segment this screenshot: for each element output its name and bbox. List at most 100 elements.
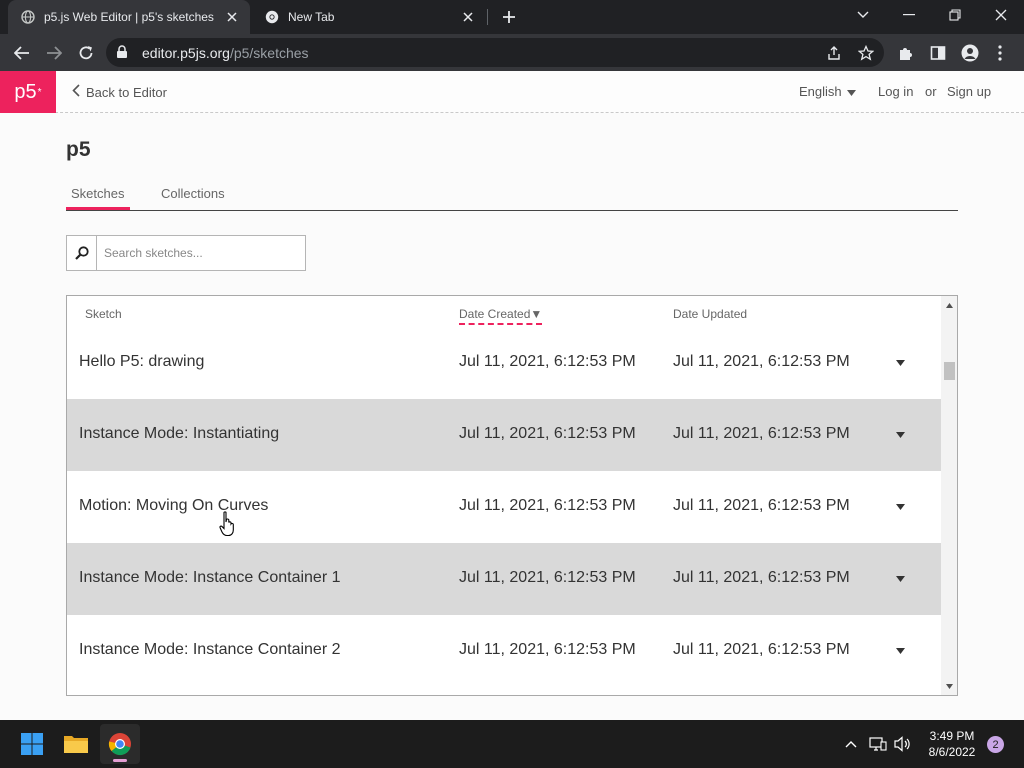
browser-toolbar: editor.p5js.org/p5/sketches bbox=[0, 34, 1024, 71]
table-scrollbar[interactable] bbox=[941, 296, 957, 695]
p5-nav-header: p5 * Back to Editor English Log in or Sig… bbox=[0, 71, 1024, 113]
search-box bbox=[66, 235, 306, 271]
url-text: editor.p5js.org/p5/sketches bbox=[142, 45, 309, 61]
table-row: Motion: Moving On Curves Jul 11, 2021, 6… bbox=[67, 471, 941, 543]
date-created-cell: Jul 11, 2021, 6:12:53 PM bbox=[459, 497, 636, 514]
sketch-name-link[interactable]: Hello P5: drawing bbox=[79, 353, 204, 371]
tab-collections[interactable]: Collections bbox=[161, 186, 225, 201]
row-options-caret-icon[interactable] bbox=[893, 644, 907, 658]
row-options-caret-icon[interactable] bbox=[893, 356, 907, 370]
date-created-label: Date Created bbox=[459, 307, 531, 321]
close-tab-icon[interactable] bbox=[222, 7, 242, 27]
tab-sketches[interactable]: Sketches bbox=[71, 186, 124, 201]
search-input[interactable] bbox=[98, 236, 304, 270]
minimize-icon[interactable] bbox=[886, 0, 932, 30]
row-options-caret-icon[interactable] bbox=[893, 500, 907, 514]
chrome-icon bbox=[264, 9, 280, 25]
clock-time: 3:49 PM bbox=[929, 729, 975, 743]
side-panel-icon[interactable] bbox=[925, 40, 951, 66]
windows-taskbar: 3:49 PM 8/6/2022 2 bbox=[0, 720, 1024, 768]
windows-start-icon[interactable] bbox=[12, 724, 52, 764]
volume-icon[interactable] bbox=[893, 734, 913, 754]
browser-tab-strip: p5.js Web Editor | p5's sketches New Tab bbox=[0, 0, 1024, 34]
date-updated-cell: Jul 11, 2021, 6:12:53 PM bbox=[673, 641, 850, 658]
date-updated-cell: Jul 11, 2021, 6:12:53 PM bbox=[673, 425, 850, 442]
column-header-date-created[interactable]: Date Created▼ bbox=[459, 307, 543, 325]
close-tab-icon[interactable] bbox=[458, 7, 478, 27]
back-to-editor-link[interactable]: Back to Editor bbox=[72, 84, 167, 100]
taskbar-clock[interactable]: 3:49 PM 8/6/2022 bbox=[920, 728, 984, 760]
network-icon[interactable] bbox=[868, 734, 888, 754]
window-close-icon[interactable] bbox=[978, 0, 1024, 30]
bookmark-star-icon[interactable] bbox=[856, 43, 876, 63]
date-updated-cell: Jul 11, 2021, 6:12:53 PM bbox=[673, 353, 850, 370]
notification-badge[interactable]: 2 bbox=[987, 736, 1004, 753]
p5-logo-text: p5 bbox=[14, 80, 37, 103]
browser-tab-title: p5.js Web Editor | p5's sketches bbox=[44, 10, 214, 24]
selected-tab-underline bbox=[66, 207, 130, 210]
chevron-left-icon bbox=[72, 84, 80, 100]
tab-search-chevron-icon[interactable] bbox=[840, 0, 886, 30]
back-to-editor-label: Back to Editor bbox=[86, 84, 167, 100]
tab-separator bbox=[487, 9, 488, 25]
browser-tab-new-tab[interactable]: New Tab bbox=[252, 0, 486, 34]
date-created-cell: Jul 11, 2021, 6:12:53 PM bbox=[459, 641, 636, 658]
column-header-date-updated[interactable]: Date Updated bbox=[673, 307, 747, 321]
more-vertical-icon[interactable] bbox=[987, 40, 1013, 66]
new-tab-plus-icon[interactable] bbox=[498, 6, 520, 28]
table-row: Instance Mode: Instance Container 1 Jul … bbox=[67, 543, 941, 615]
signup-link[interactable]: Sign up bbox=[947, 84, 991, 99]
search-icon bbox=[67, 236, 97, 270]
page-title: p5 bbox=[66, 138, 91, 161]
sketch-collection-tabs: Sketches Collections bbox=[66, 182, 958, 211]
table-row: Instance Mode: Instantiating Jul 11, 202… bbox=[67, 399, 941, 471]
sketch-name-link[interactable]: Instance Mode: Instance Container 2 bbox=[79, 641, 341, 659]
url-host: editor.p5js.org bbox=[142, 45, 230, 61]
login-link[interactable]: Log in bbox=[878, 84, 913, 99]
active-app-indicator bbox=[113, 759, 127, 762]
sort-desc-icon: ▼ bbox=[530, 307, 543, 321]
scrollbar-thumb[interactable] bbox=[944, 362, 955, 380]
address-bar[interactable]: editor.p5js.org/p5/sketches bbox=[106, 38, 884, 67]
table-body: Hello P5: drawing Jul 11, 2021, 6:12:53 … bbox=[67, 327, 941, 687]
forward-arrow-icon[interactable] bbox=[41, 40, 67, 66]
scroll-down-arrow-icon[interactable] bbox=[941, 679, 957, 693]
chrome-taskbar-icon[interactable] bbox=[100, 724, 140, 764]
restore-icon[interactable] bbox=[932, 0, 978, 30]
p5-logo-mark: * bbox=[37, 86, 42, 98]
sketches-table: Sketch Date Created▼ Date Updated Hello … bbox=[66, 295, 958, 696]
chevron-up-icon[interactable] bbox=[841, 734, 861, 754]
or-text: or bbox=[925, 84, 937, 99]
date-updated-cell: Jul 11, 2021, 6:12:53 PM bbox=[673, 569, 850, 586]
language-dropdown[interactable]: English bbox=[799, 84, 856, 99]
date-created-cell: Jul 11, 2021, 6:12:53 PM bbox=[459, 425, 636, 442]
browser-tab-title: New Tab bbox=[288, 10, 335, 24]
lock-icon[interactable] bbox=[116, 45, 128, 64]
column-header-sketch[interactable]: Sketch bbox=[85, 307, 122, 321]
p5-logo[interactable]: p5 * bbox=[0, 71, 56, 113]
share-icon[interactable] bbox=[824, 43, 844, 63]
browser-tab-p5-sketches[interactable]: p5.js Web Editor | p5's sketches bbox=[8, 0, 250, 34]
reload-icon[interactable] bbox=[73, 40, 99, 66]
row-options-caret-icon[interactable] bbox=[893, 428, 907, 442]
date-created-cell: Jul 11, 2021, 6:12:53 PM bbox=[459, 569, 636, 586]
date-updated-cell: Jul 11, 2021, 6:12:53 PM bbox=[673, 497, 850, 514]
scroll-up-arrow-icon[interactable] bbox=[941, 298, 957, 312]
language-label: English bbox=[799, 84, 842, 99]
back-arrow-icon[interactable] bbox=[9, 40, 35, 66]
profile-icon[interactable] bbox=[957, 40, 983, 66]
date-created-cell: Jul 11, 2021, 6:12:53 PM bbox=[459, 353, 636, 370]
hand-pointer-cursor-icon bbox=[219, 511, 237, 542]
clock-date: 8/6/2022 bbox=[928, 745, 976, 759]
table-row: Instance Mode: Instance Container 2 Jul … bbox=[67, 615, 941, 687]
sketch-name-link[interactable]: Motion: Moving On Curves bbox=[79, 497, 268, 515]
table-row: Hello P5: drawing Jul 11, 2021, 6:12:53 … bbox=[67, 327, 941, 399]
caret-down-icon bbox=[846, 84, 856, 99]
row-options-caret-icon[interactable] bbox=[893, 572, 907, 586]
sketch-name-link[interactable]: Instance Mode: Instantiating bbox=[79, 425, 279, 443]
globe-icon bbox=[20, 9, 36, 25]
file-explorer-icon[interactable] bbox=[56, 724, 96, 764]
sketch-name-link[interactable]: Instance Mode: Instance Container 1 bbox=[79, 569, 341, 587]
url-path: /p5/sketches bbox=[229, 45, 309, 61]
extensions-puzzle-icon[interactable] bbox=[893, 40, 919, 66]
